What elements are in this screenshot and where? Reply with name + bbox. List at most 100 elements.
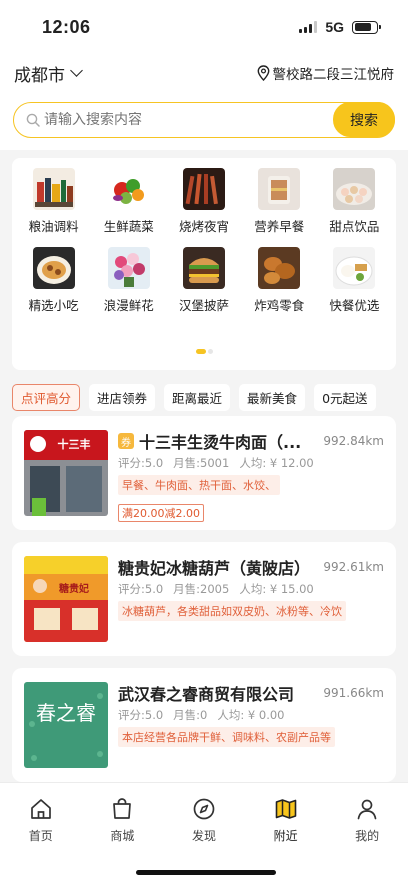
shop-name: 武汉春之睿商贸有限公司 [118, 685, 295, 704]
tab-mall[interactable]: 商城 [92, 797, 152, 844]
category-item-bbq[interactable]: 烧烤夜宵 [166, 168, 241, 235]
shop-per-person: 人均: ¥ 12.00 [239, 456, 314, 470]
shop-tags: 本店经营各品牌干鲜、调味料、农副产品等 [118, 727, 335, 747]
shop-distance: 991.66km [323, 686, 384, 700]
category-item-fast-food[interactable]: 快餐优选 [317, 247, 392, 314]
search-button[interactable]: 搜索 [333, 102, 395, 137]
category-item-breakfast[interactable]: 营养早餐 [242, 168, 317, 235]
carousel-dot-active [195, 349, 206, 354]
filter-nearest[interactable]: 距离最近 [164, 384, 231, 411]
tab-label: 首页 [28, 829, 53, 843]
shop-card[interactable]: 糖贵妃 糖贵妃冰糖葫芦（黄陂店） 992.61km 评分:5.0 月售:2005… [12, 542, 396, 656]
shopping-bag-icon [113, 798, 132, 819]
category-label: 炸鸡零食 [254, 298, 305, 313]
burger-icon [182, 247, 225, 289]
grocery-icon [32, 168, 75, 210]
shop-photo: 糖贵妃 [24, 556, 108, 642]
user-icon [357, 799, 377, 820]
tab-label: 商城 [110, 829, 135, 843]
address-text: 警校路二段三江悦府 [272, 67, 395, 83]
breakfast-icon [258, 168, 301, 210]
shop-monthly-sales: 月售:0 [173, 708, 208, 722]
carousel-indicator [12, 349, 396, 354]
category-item-flowers[interactable]: 浪漫鲜花 [91, 247, 166, 314]
shop-card[interactable]: 春之睿 武汉春之睿商贸有限公司 991.66km 评分:5.0 月售:0 人均:… [12, 668, 396, 782]
filter-free-delivery[interactable]: 0元起送 [314, 384, 376, 411]
shop-rating: 评分:5.0 [118, 708, 164, 722]
snack-icon [32, 247, 75, 289]
tab-profile[interactable]: 我的 [337, 797, 397, 844]
network-type: 5G [325, 19, 344, 35]
fast-food-icon [333, 247, 376, 289]
city-selector[interactable]: 成都市 [14, 61, 83, 86]
category-label: 甜点饮品 [329, 219, 380, 234]
category-label: 营养早餐 [254, 219, 305, 234]
vegetables-icon [107, 168, 150, 210]
home-icon [30, 799, 51, 819]
category-label: 粮油调料 [28, 219, 79, 234]
shop-distance: 992.84km [323, 434, 384, 448]
status-bar: 12:06 5G [0, 0, 408, 54]
chevron-down-icon [70, 64, 83, 77]
shop-monthly-sales: 月售:2005 [173, 582, 230, 596]
filter-top-rated[interactable]: 点评高分 [12, 384, 81, 411]
category-item-fried-chicken[interactable]: 炸鸡零食 [242, 247, 317, 314]
shop-sign-text: 春之睿 [36, 701, 96, 725]
filter-coupons[interactable]: 进店领券 [89, 384, 156, 411]
filter-bar: 点评高分 进店领券 距离最近 最新美食 0元起送 [0, 370, 408, 411]
location-bar: 成都市 警校路二段三江悦府 [0, 54, 408, 92]
tab-label: 附近 [273, 829, 298, 843]
signal-icon [299, 21, 318, 33]
carousel-dot [207, 349, 213, 354]
filter-newest[interactable]: 最新美食 [239, 384, 306, 411]
search-box: 搜索 [13, 102, 395, 138]
shop-per-person: 人均: ¥ 15.00 [239, 582, 314, 596]
map-icon [275, 799, 296, 819]
shop-monthly-sales: 月售:5001 [173, 456, 230, 470]
shop-per-person: 人均: ¥ 0.00 [217, 708, 285, 722]
fried-chicken-icon [258, 247, 301, 289]
shop-name: 十三丰生烫牛肉面（... [139, 433, 302, 452]
coupon-badge-icon: 券 [118, 433, 134, 449]
shop-info: 武汉春之睿商贸有限公司 991.66km 评分:5.0 月售:0 人均: ¥ 0… [118, 682, 384, 768]
tab-home[interactable]: 首页 [11, 797, 71, 844]
shop-photo: 十三丰 [24, 430, 108, 516]
category-item-snack[interactable]: 精选小吃 [16, 247, 91, 314]
category-label: 精选小吃 [28, 298, 79, 313]
category-label: 烧烤夜宵 [178, 219, 229, 234]
shop-rating: 评分:5.0 [118, 582, 164, 596]
shop-info: 券 十三丰生烫牛肉面（... 992.84km 评分:5.0 月售:5001 人… [118, 430, 384, 522]
tab-label: 发现 [191, 829, 216, 843]
category-item-vegetables[interactable]: 生鲜蔬菜 [91, 168, 166, 235]
address-selector[interactable]: 警校路二段三江悦府 [257, 63, 395, 83]
shop-distance: 992.61km [323, 560, 384, 574]
shop-sign-text: 十三丰 [58, 437, 91, 451]
shop-rating: 评分:5.0 [118, 456, 164, 470]
category-item-burger[interactable]: 汉堡披萨 [166, 247, 241, 314]
shop-coupon: 满20.00减2.00 [118, 504, 204, 522]
shop-card[interactable]: 十三丰 券 十三丰生烫牛肉面（... 992.84km 评分:5.0 月售:50… [12, 416, 396, 530]
shop-meta: 评分:5.0 月售:0 人均: ¥ 0.00 [118, 707, 384, 723]
status-indicators: 5G [299, 19, 381, 35]
search-bar: 搜索 [0, 92, 408, 150]
tab-discover[interactable]: 发现 [174, 797, 234, 844]
shop-meta: 评分:5.0 月售:5001 人均: ¥ 12.00 [118, 455, 384, 471]
status-time: 12:06 [42, 16, 91, 37]
shop-photo: 春之睿 [24, 682, 108, 768]
city-name: 成都市 [14, 65, 65, 86]
tab-nearby[interactable]: 附近 [256, 797, 316, 844]
flowers-icon [107, 247, 150, 289]
bottom-tab-bar: 首页 商城 发现 附近 我的 [0, 782, 408, 883]
category-item-dessert[interactable]: 甜点饮品 [317, 168, 392, 235]
location-pin-icon [257, 65, 269, 81]
battery-icon [352, 20, 381, 34]
shop-name: 糖贵妃冰糖葫芦（黄陂店） [118, 559, 311, 578]
category-grid: 粮油调料 生鲜蔬菜 烧烤夜宵 营养早餐 甜点饮品 精选小吃 浪漫鲜花 汉堡披萨 … [12, 168, 396, 314]
home-indicator [136, 870, 276, 875]
shop-tags: 冰糖葫芦，各类甜品如双皮奶、冰粉等、冷饮 [118, 601, 346, 621]
shop-meta: 评分:5.0 月售:2005 人均: ¥ 15.00 [118, 581, 384, 597]
search-icon [26, 113, 40, 127]
category-panel: 粮油调料 生鲜蔬菜 烧烤夜宵 营养早餐 甜点饮品 精选小吃 浪漫鲜花 汉堡披萨 … [12, 158, 396, 370]
category-item-grocery[interactable]: 粮油调料 [16, 168, 91, 235]
shop-tags: 早餐、牛肉面、热干面、水饺、 [118, 475, 280, 495]
